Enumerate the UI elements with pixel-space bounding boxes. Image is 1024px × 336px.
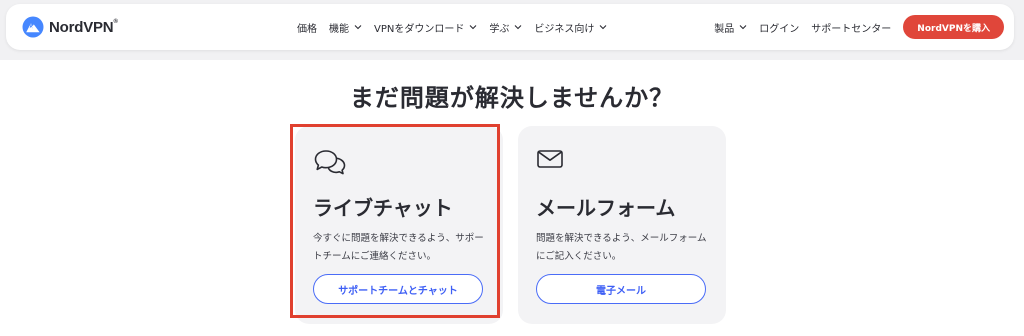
login-label: ログイン [759,23,800,35]
live-chat-title: ライブチャット [313,196,453,220]
nav-learn-label: 学ぶ [489,23,510,35]
mail-icon [536,148,564,174]
nordvpn-logo[interactable]: NordVPN® [22,16,118,38]
chat-with-support-button[interactable]: サポートチームとチャット [313,274,483,304]
brand-name: NordVPN® [49,18,118,36]
chevron-down-icon [599,25,607,30]
nav-download[interactable]: VPNをダウンロード [374,20,477,35]
top-navigation-bar: NordVPN® 価格 機能 VPNをダウンロード 学ぶ ビジネス向け 製品 ロ… [6,4,1014,50]
login-link[interactable]: ログイン [759,20,799,35]
chevron-down-icon [514,25,522,30]
nav-features-label: 機能 [329,23,349,35]
nav-pricing[interactable]: 価格 [297,20,317,35]
support-center-label: サポートセンター [811,23,892,35]
mail-form-description: 問題を解決できるよう、メールフォームにご記入ください。 [536,233,707,262]
page-heading: まだ問題が解決しませんか？ [349,84,675,112]
nordvpn-mountain-icon [22,16,44,38]
user-menu: 製品 ログイン サポートセンター NordVPNを購入 [714,4,1004,50]
nav-learn[interactable]: 学ぶ [489,20,522,35]
nav-business-label: ビジネス向け [534,23,595,35]
buy-nordvpn-button[interactable]: NordVPNを購入 [903,15,1004,39]
chevron-down-icon [469,25,477,30]
chat-bubbles-icon [313,148,347,180]
live-chat-card: ライブチャット 今すぐに問題を解決できるよう、サポートチームにご連絡ください。 … [295,126,503,324]
mail-form-title: メールフォーム [536,196,676,220]
nav-pricing-label: 価格 [297,23,317,35]
mail-form-card: メールフォーム 問題を解決できるよう、メールフォームにご記入ください。 電子メー… [518,126,726,324]
nav-products[interactable]: 製品 [714,20,747,35]
email-button[interactable]: 電子メール [536,274,706,304]
nav-business[interactable]: ビジネス向け [534,20,607,35]
live-chat-description: 今すぐに問題を解決できるよう、サポートチームにご連絡ください。 [313,233,484,262]
main-menu: 価格 機能 VPNをダウンロード 学ぶ ビジネス向け [297,4,607,50]
nav-download-label: VPNをダウンロード [374,23,465,35]
chevron-down-icon [354,25,362,30]
nav-products-label: 製品 [714,23,735,35]
support-center-link[interactable]: サポートセンター [811,20,891,35]
chevron-down-icon [739,25,747,30]
nav-features[interactable]: 機能 [329,20,362,35]
